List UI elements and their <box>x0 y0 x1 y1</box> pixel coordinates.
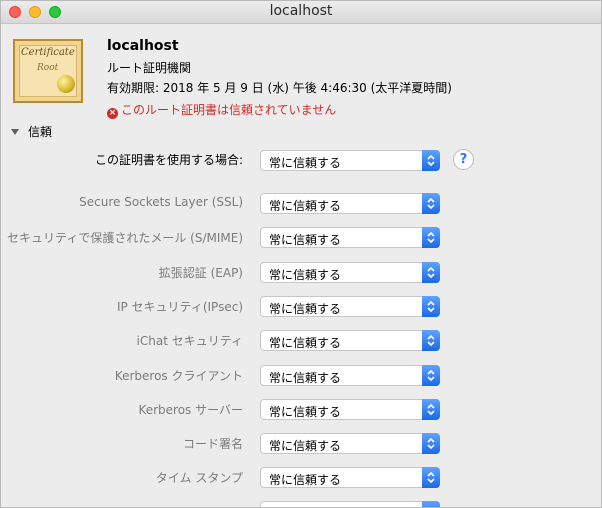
help-button[interactable]: ? <box>453 149 474 170</box>
disclosure-triangle-icon[interactable] <box>11 129 19 135</box>
seal-icon <box>57 75 75 93</box>
select-value: 常に信頼する <box>269 233 342 247</box>
policy-select-ipsec[interactable]: 常に信頼する <box>260 296 440 317</box>
error-icon: × <box>107 108 118 119</box>
chevron-updown-icon[interactable] <box>422 501 440 507</box>
policy-select-time-stamp[interactable]: 常に信頼する <box>260 467 440 488</box>
policy-label-ssl: Secure Sockets Layer (SSL) <box>79 195 243 209</box>
policy-select-smime[interactable]: 常に信頼する <box>260 227 440 248</box>
certificate-icon: Certificate Root <box>13 39 83 103</box>
select-value: 常に信頼する <box>269 439 342 453</box>
title-bar: localhost <box>1 1 601 24</box>
policy-label-time-stamp: タイム スタンプ <box>155 471 243 485</box>
chevron-updown-icon[interactable] <box>422 296 440 317</box>
certificate-status-text: このルート証明書は信頼されていません <box>121 103 337 117</box>
certificate-name: localhost <box>107 38 179 54</box>
chevron-updown-icon[interactable] <box>422 262 440 283</box>
policy-select-kerberos-client[interactable]: 常に信頼する <box>260 365 440 386</box>
select-value: 常に信頼する <box>269 302 342 316</box>
policy-label-code-signing: コード署名 <box>182 437 243 451</box>
policy-select-code-signing[interactable]: 常に信頼する <box>260 433 440 454</box>
select-value: 常に信頼する <box>269 268 342 282</box>
chevron-updown-icon[interactable] <box>422 150 440 171</box>
policy-label-ipsec: IP セキュリティ(IPsec) <box>116 300 243 314</box>
chevron-updown-icon[interactable] <box>422 227 440 248</box>
select-value: 常に信頼する <box>269 156 342 170</box>
when-using-label: この証明書を使用する場合: <box>94 153 243 167</box>
when-using-select[interactable]: 常に信頼する <box>260 150 440 171</box>
policy-label-kerberos-server: Kerberos サーバー <box>138 403 243 417</box>
trust-section-label: 信頼 <box>28 125 53 139</box>
policy-select-ichat[interactable]: 常に信頼する <box>260 330 440 351</box>
certificate-icon-subtext: Root <box>37 63 59 73</box>
select-value: 常に信頼する <box>269 371 342 385</box>
window-title: localhost <box>269 3 333 19</box>
certificate-window: localhost Certificate Root localhost ルート… <box>0 0 602 508</box>
certificate-expiry: 有効期限: 2018 年 5 月 9 日 (水) 午後 4:46:30 (太平洋… <box>107 81 452 95</box>
trust-section-toggle[interactable]: 信頼 <box>11 123 52 140</box>
select-value: 常に信頼する <box>269 473 342 487</box>
policy-select-ssl[interactable]: 常に信頼する <box>260 193 440 214</box>
policy-select-partial[interactable] <box>260 501 440 507</box>
policy-select-eap[interactable]: 常に信頼する <box>260 262 440 283</box>
select-value: 常に信頼する <box>269 336 342 350</box>
policy-label-smime: セキュリティで保護されたメール (S/MIME) <box>7 231 243 245</box>
chevron-updown-icon[interactable] <box>422 330 440 351</box>
chevron-updown-icon[interactable] <box>422 365 440 386</box>
select-value: 常に信頼する <box>269 199 342 213</box>
select-value: 常に信頼する <box>269 405 342 419</box>
certificate-type: ルート証明機関 <box>107 61 192 75</box>
chevron-updown-icon[interactable] <box>422 399 440 420</box>
chevron-updown-icon[interactable] <box>422 433 440 454</box>
policy-select-kerberos-server[interactable]: 常に信頼する <box>260 399 440 420</box>
certificate-status: × このルート証明書は信頼されていません <box>107 101 336 119</box>
policy-label-kerberos-client: Kerberos クライアント <box>114 369 243 383</box>
chevron-updown-icon[interactable] <box>422 467 440 488</box>
chevron-updown-icon[interactable] <box>422 193 440 214</box>
policy-label-ichat: iChat セキュリティ <box>136 334 243 348</box>
certificate-icon-text: Certificate <box>21 47 75 58</box>
policy-label-eap: 拡張認証 (EAP) <box>158 266 243 280</box>
